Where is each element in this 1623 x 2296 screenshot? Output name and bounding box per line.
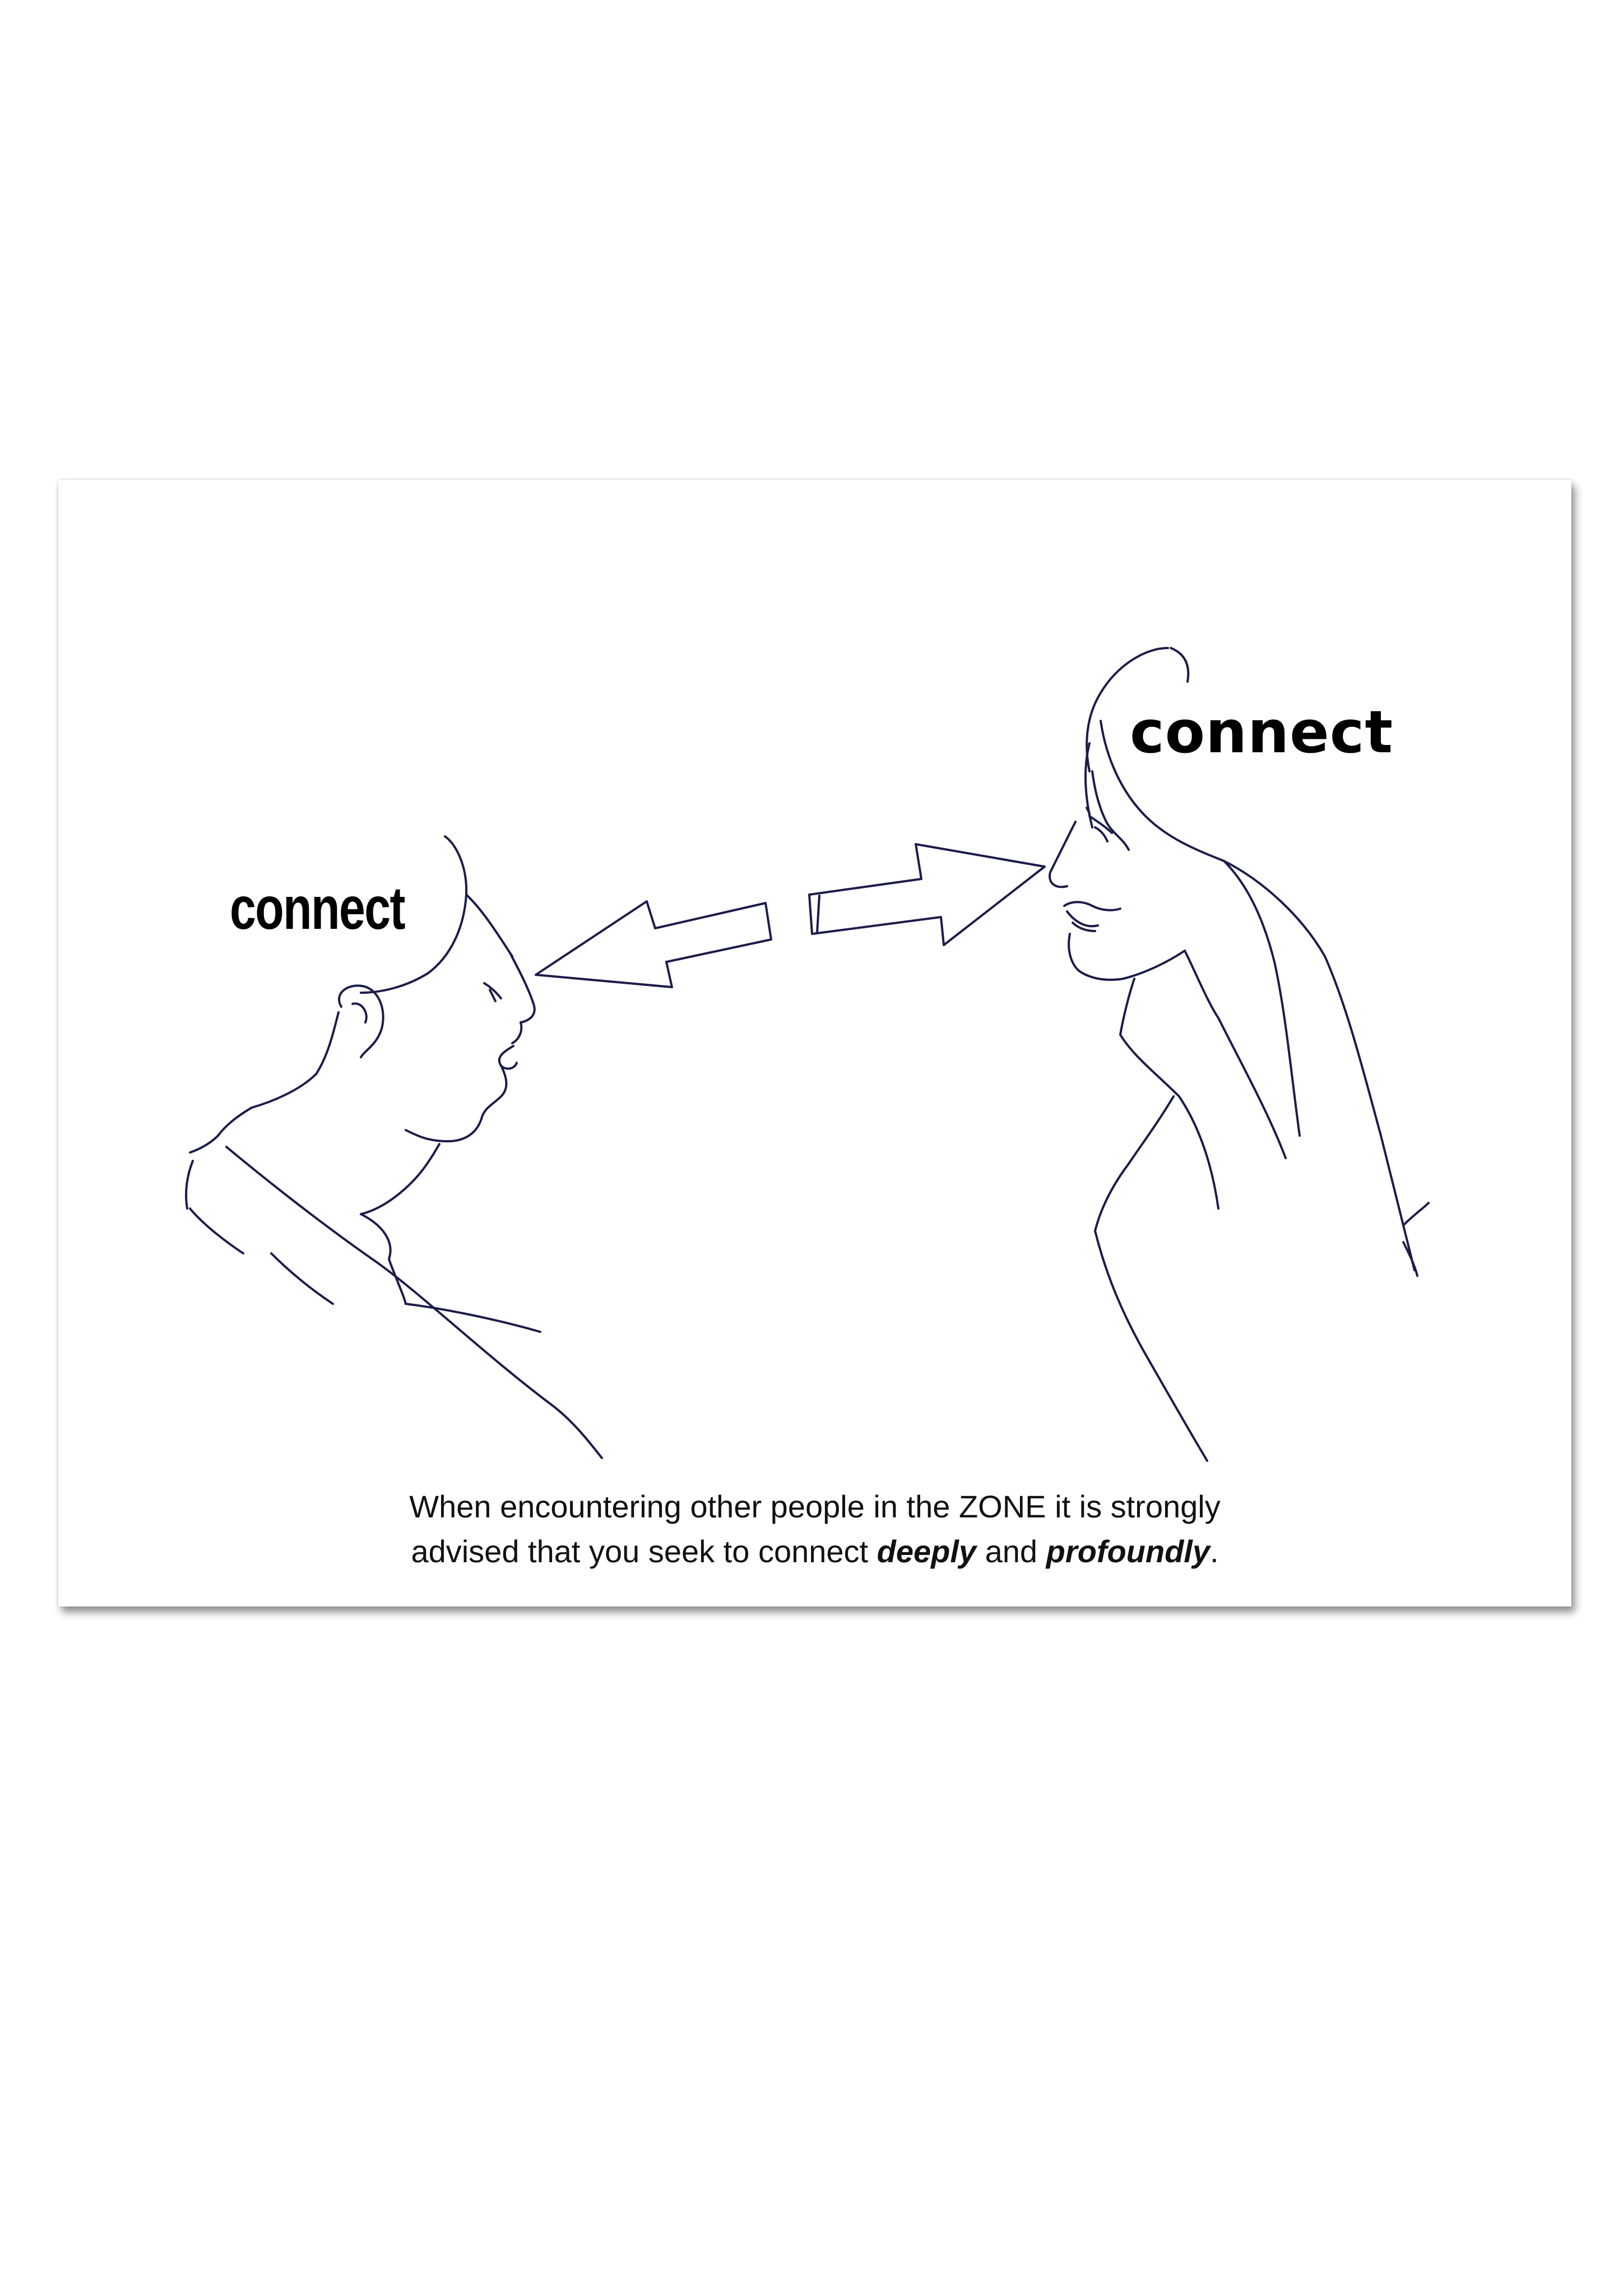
caption: When encountering other people in the ZO… (58, 1484, 1571, 1574)
caption-line-2-prefix: advised that you seek to connect (411, 1534, 877, 1569)
connect-label-left: connect (230, 874, 406, 942)
illustration-card: connect connect When encountering other … (58, 480, 1571, 1607)
arrow-left (535, 900, 772, 988)
connect-label-right: connect (1130, 698, 1394, 766)
caption-joiner: and (976, 1534, 1046, 1569)
caption-line-2: advised that you seek to connect deeply … (58, 1529, 1571, 1574)
arrow-right (808, 843, 1046, 946)
emphasis-deeply: deeply (877, 1534, 977, 1569)
emphasis-profoundly: profoundly (1046, 1534, 1210, 1569)
caption-line-1: When encountering other people in the ZO… (409, 1489, 1221, 1524)
right-figure (1049, 647, 1430, 1462)
line-drawing (185, 647, 1430, 1462)
caption-suffix: . (1210, 1534, 1219, 1569)
